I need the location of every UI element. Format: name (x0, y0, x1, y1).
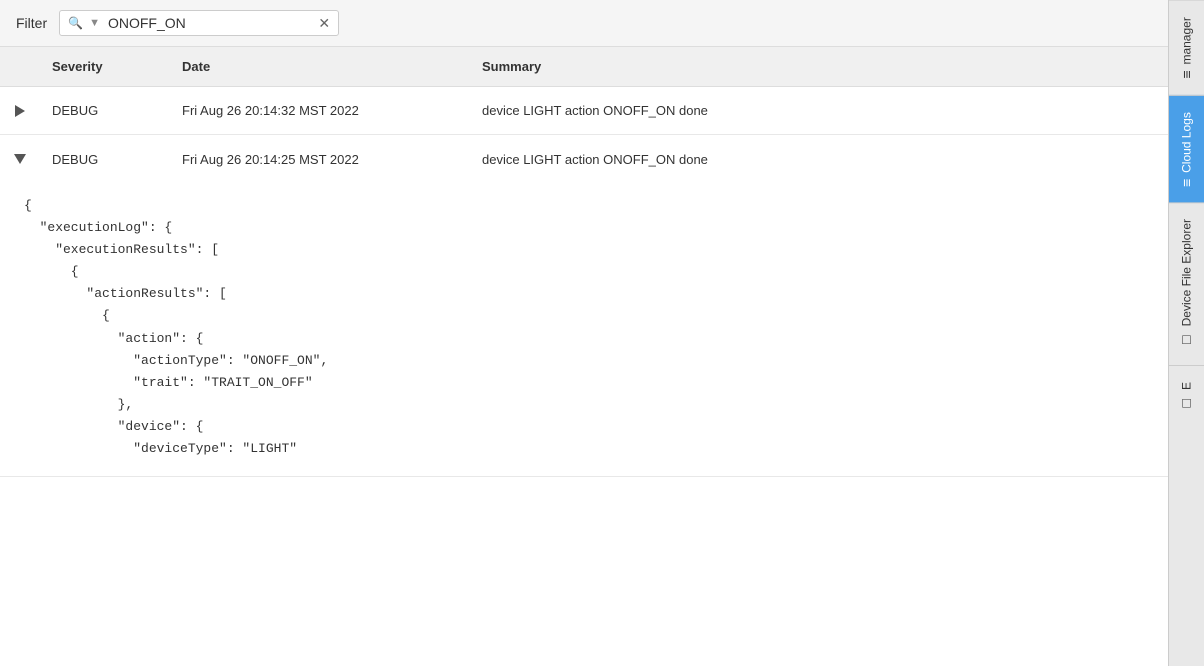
header-summary: Summary (470, 55, 1168, 78)
row-summary: device LIGHT action ONOFF_ON done (470, 95, 1168, 126)
filter-input-wrapper: 🔍 ▼ ✕ (59, 10, 339, 36)
row-severity: DEBUG (40, 95, 170, 126)
row-expand-button[interactable] (0, 146, 40, 172)
filter-search-icon: 🔍 (68, 16, 83, 30)
filter-label: Filter (16, 15, 47, 31)
row-severity: DEBUG (40, 144, 170, 175)
expand-right-icon (15, 105, 25, 117)
table-row[interactable]: DEBUG Fri Aug 26 20:14:25 MST 2022 devic… (0, 135, 1168, 183)
manager-icon: ≡ (1179, 70, 1195, 78)
sidebar-item-extra[interactable]: □ E (1169, 365, 1204, 428)
row-date: Fri Aug 26 20:14:25 MST 2022 (170, 144, 470, 175)
row-expand-button[interactable] (0, 97, 40, 125)
filter-input[interactable] (108, 15, 312, 31)
sidebar-item-label: Device File Explorer (1180, 219, 1194, 326)
sidebar-item-label: E (1180, 382, 1194, 390)
sidebar-item-cloud-logs[interactable]: ≡ Cloud Logs (1169, 95, 1204, 203)
header-expand (0, 55, 40, 78)
sidebar-item-label: manager (1180, 17, 1194, 64)
filter-clear-button[interactable]: ✕ (318, 16, 330, 30)
filter-dropdown-icon[interactable]: ▼ (89, 17, 100, 29)
table-row[interactable]: DEBUG Fri Aug 26 20:14:32 MST 2022 devic… (0, 87, 1168, 135)
row-date: Fri Aug 26 20:14:32 MST 2022 (170, 95, 470, 126)
sidebar: ≡ manager ≡ Cloud Logs □ Device File Exp… (1168, 0, 1204, 666)
header-severity: Severity (40, 55, 170, 78)
main-content: Filter 🔍 ▼ ✕ Severity Date Summary DEBUG… (0, 0, 1168, 666)
log-table: Severity Date Summary DEBUG Fri Aug 26 2… (0, 47, 1168, 666)
extra-icon: □ (1179, 396, 1195, 412)
device-file-explorer-icon: □ (1179, 333, 1195, 349)
table-header: Severity Date Summary (0, 47, 1168, 87)
cloud-logs-icon: ≡ (1179, 178, 1195, 186)
expand-down-icon (14, 154, 26, 164)
sidebar-item-manager[interactable]: ≡ manager (1169, 0, 1204, 95)
sidebar-item-device-file-explorer[interactable]: □ Device File Explorer (1169, 202, 1204, 364)
row-summary: device LIGHT action ONOFF_ON done (470, 144, 1168, 175)
filter-bar: Filter 🔍 ▼ ✕ (0, 0, 1168, 47)
header-date: Date (170, 55, 470, 78)
expanded-json-content: { "executionLog": { "executionResults": … (0, 183, 1168, 477)
sidebar-item-label: Cloud Logs (1180, 112, 1194, 173)
